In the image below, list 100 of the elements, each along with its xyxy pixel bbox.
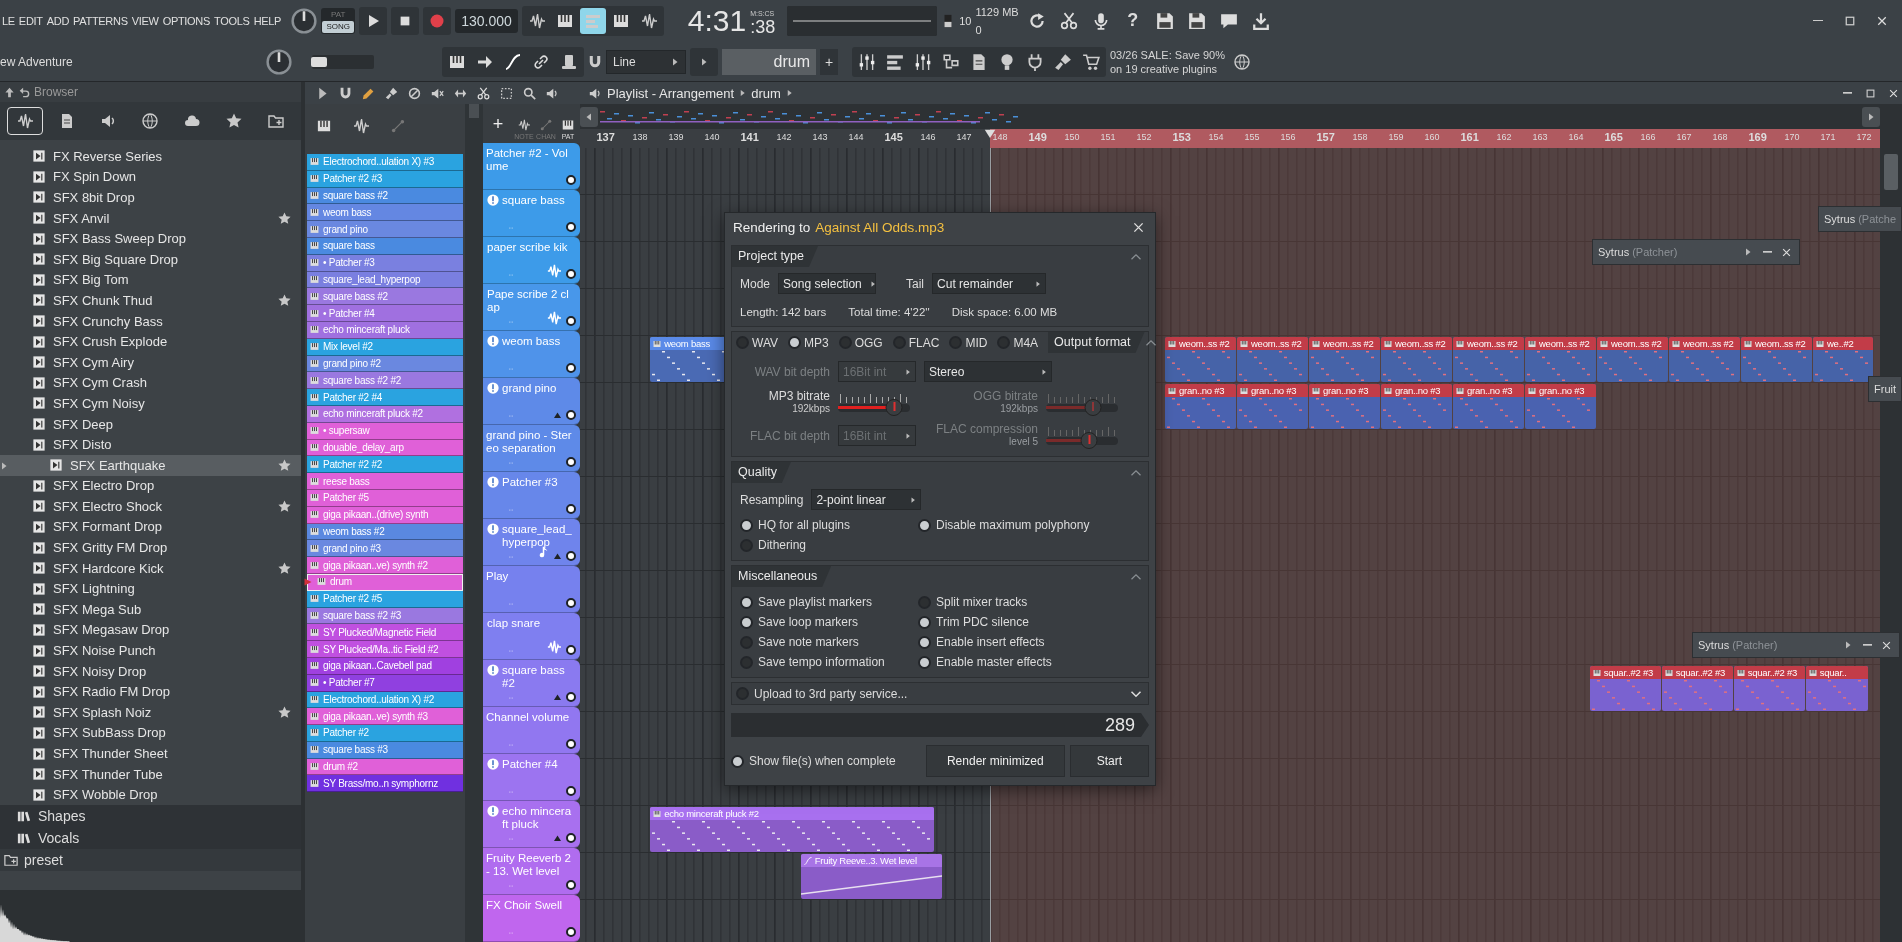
track-header[interactable]: square_lead_hyperpop: [483, 519, 580, 566]
snap-dropdown[interactable]: Line: [606, 49, 686, 74]
track-header[interactable]: Play: [483, 566, 580, 613]
playlist-clip[interactable]: echo minceraft pluck #2: [650, 807, 934, 852]
browser-item[interactable]: SFX Cym Crash: [0, 372, 301, 394]
menu-item[interactable]: VIEW: [129, 14, 161, 27]
track-header[interactable]: grand pino - Stereo separation: [483, 425, 580, 472]
help-button[interactable]: ?: [1118, 6, 1147, 35]
track-header[interactable]: paper scribe kik: [483, 237, 580, 284]
pattern-item[interactable]: Patcher #2: [307, 725, 463, 742]
playlist-clip[interactable]: gran..no #3: [1309, 384, 1380, 429]
browser-item[interactable]: SFX Splash Noiz: [0, 702, 301, 723]
browser-item[interactable]: SFX Crunchy Bass: [0, 310, 301, 332]
track-header[interactable]: Channel volume: [483, 707, 580, 754]
pattern-item[interactable]: Patcher #2 #2: [307, 456, 463, 474]
track-header[interactable]: Patcher #4: [483, 754, 580, 801]
render-minimized-button[interactable]: Render minimized: [925, 745, 1065, 777]
browser-item[interactable]: FX Reverse Series: [0, 146, 301, 167]
start-button[interactable]: Start: [1069, 745, 1149, 777]
browser-item[interactable]: SFX Bass Sweep Drop: [0, 228, 301, 249]
mode-option[interactable]: SONG: [322, 20, 355, 33]
browser-item[interactable]: SFX Hardcore Kick: [0, 557, 301, 579]
browser-item[interactable]: SFX Electro Shock: [0, 496, 301, 517]
browser-item[interactable]: SFX Thunder Sheet: [0, 743, 301, 764]
browser-item[interactable]: SFX 8bit Drop: [0, 187, 301, 208]
setting-dropdown[interactable]: Stereo: [924, 361, 1052, 382]
pattern-item[interactable]: Electrochord..ulation X) #3: [307, 154, 463, 171]
browser-item[interactable]: SFX Megasaw Drop: [0, 619, 301, 641]
browser-item[interactable]: SFX SubBass Drop: [0, 722, 301, 744]
menu-item[interactable]: OPTIONS: [160, 14, 213, 27]
playlist-clip[interactable]: we..#2: [1813, 337, 1874, 382]
track-header[interactable]: square bass: [483, 190, 580, 237]
browser-item[interactable]: SFX Formant Drop: [0, 516, 301, 538]
resampling-dropdown[interactable]: 2-point linear: [811, 489, 922, 510]
add-track-button[interactable]: +: [483, 105, 513, 143]
mode-switch[interactable]: PAT SONG: [321, 7, 356, 34]
track-header[interactable]: grand pino: [483, 378, 580, 425]
pattern-item[interactable]: • Patcher #4: [307, 305, 463, 322]
menu-item[interactable]: PATTERNS: [71, 14, 130, 27]
browser-item[interactable]: SFX Chunk Thud: [0, 290, 301, 311]
playlist-clip[interactable]: weom..ss #2: [1237, 337, 1308, 382]
track-header[interactable]: Patcher #2 - Volume: [483, 143, 580, 190]
browser-item[interactable]: SFX Earthquake: [0, 454, 301, 476]
browser-item[interactable]: SFX Deep: [0, 413, 301, 435]
pattern-item[interactable]: weom bass: [307, 204, 463, 222]
menu-item[interactable]: TOOLS: [212, 14, 252, 27]
pattern-item[interactable]: SY Plucked/Ma..tic Field #2: [307, 641, 463, 658]
browser-item[interactable]: SFX Cym Airy: [0, 351, 301, 373]
browser-item[interactable]: SFX Gritty FM Drop: [0, 537, 301, 558]
pattern-item[interactable]: giga pikaan..ve) synth #3: [307, 708, 463, 726]
track-header[interactable]: echo minceraft pluck: [483, 801, 580, 848]
playlist-clip[interactable]: squar..: [1805, 666, 1868, 711]
track-header[interactable]: Pape scribe 2 clap: [483, 284, 580, 331]
browser-item[interactable]: FX Spin Down: [0, 166, 301, 188]
tempo-display[interactable]: 130.000: [455, 8, 518, 33]
browser-item[interactable]: SFX Disto: [0, 434, 301, 455]
menu-item[interactable]: ADD: [44, 14, 72, 27]
menu-item[interactable]: EDIT: [16, 14, 45, 27]
playlist-clip[interactable]: squar..#2 #3: [1733, 666, 1805, 711]
playlist-clip[interactable]: weom..ss #2: [1309, 337, 1380, 382]
track-header[interactable]: Patcher #3: [483, 472, 580, 519]
playlist-clip[interactable]: gran..no #3: [1453, 384, 1524, 429]
playlist-clip[interactable]: weom..ss #2: [1165, 337, 1236, 382]
menu-item[interactable]: HELP: [251, 14, 284, 27]
plugin-window-bar[interactable]: Sytrus (Patcher): [1593, 240, 1799, 264]
pattern-selector[interactable]: drum: [722, 48, 816, 75]
playlist-clip[interactable]: gran..no #3: [1237, 384, 1308, 429]
plugin-window-bar[interactable]: Sytrus (Patche: [1819, 207, 1901, 231]
track-header[interactable]: square bass #2: [483, 660, 580, 707]
playlist-clip[interactable]: weom..ss #2: [1381, 337, 1452, 382]
browser-item[interactable]: SFX Noise Punch: [0, 640, 301, 661]
browser-item[interactable]: SFX Anvil: [0, 207, 301, 229]
playlist-clip[interactable]: Fruity Reeve..3. Wet level: [800, 854, 942, 899]
browser-item[interactable]: SFX Big Square Drop: [0, 248, 301, 270]
browser-item[interactable]: SFX Radio FM Drop: [0, 681, 301, 703]
pattern-item[interactable]: square bass #2: [307, 288, 463, 306]
pattern-item[interactable]: giga pikaan..ve) synth #2: [307, 557, 463, 574]
playlist-clip[interactable]: weom..ss #2: [1525, 337, 1596, 382]
pattern-item[interactable]: square bass #2 #2: [307, 372, 463, 390]
browser-item[interactable]: SFX Thunder Tube: [0, 763, 301, 785]
playlist-pattern[interactable]: drum: [751, 85, 781, 101]
playlist-clip[interactable]: weom..ss #2: [1741, 337, 1812, 382]
pattern-item[interactable]: grand pino: [307, 221, 463, 238]
track-header[interactable]: Fruity Reeverb 2 - 13. Wet level: [483, 848, 580, 895]
playlist-clip[interactable]: gran..no #3: [1525, 384, 1596, 429]
playlist-clip[interactable]: squar..#2 #3: [1589, 666, 1661, 711]
playlist-clip[interactable]: gran..no #3: [1381, 384, 1452, 429]
menu-item[interactable]: LE: [0, 14, 17, 27]
upload-panel[interactable]: Upload to 3rd party service...: [731, 682, 1149, 705]
browser-item[interactable]: SFX Big Tom: [0, 269, 301, 291]
playlist-clip[interactable]: gran..no #3: [1165, 384, 1236, 429]
track-header[interactable]: clap snare: [483, 613, 580, 660]
browser-item[interactable]: SFX Crush Explode: [0, 331, 301, 352]
folder-item[interactable]: Vocals: [0, 827, 301, 849]
plugin-window-bar[interactable]: Fruit: [1869, 377, 1901, 401]
playlist-clip[interactable]: weom..ss #2: [1669, 337, 1740, 382]
playlist-clip[interactable]: weom..ss #2: [1453, 337, 1524, 382]
browser-item[interactable]: SFX Lightning: [0, 578, 301, 600]
browser-item[interactable]: SFX Noisy Drop: [0, 660, 301, 682]
pattern-item[interactable]: SY Plucked/Magnetic Field: [307, 624, 463, 642]
